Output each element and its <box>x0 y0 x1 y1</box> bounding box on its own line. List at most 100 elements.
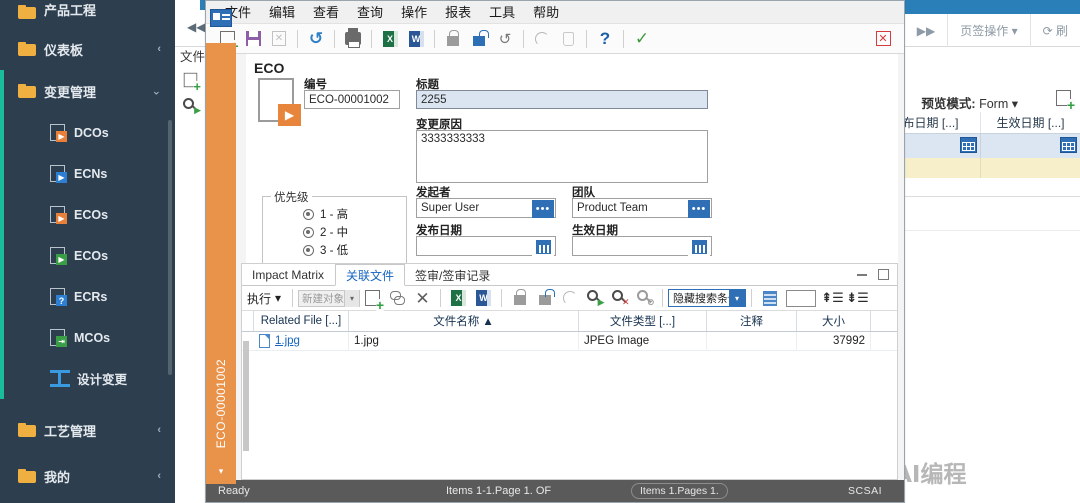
collapse-panel-icon[interactable]: ◀◀ <box>187 20 205 34</box>
column-header-related-file[interactable]: Related File [...] <box>254 311 349 331</box>
export-excel-button[interactable]: X <box>446 286 471 310</box>
search-clear-button[interactable]: ✕ <box>607 286 632 310</box>
column-header-file-type[interactable]: 文件类型 [...] <box>579 311 707 331</box>
team-picker-button[interactable]: ••• <box>688 200 710 218</box>
sidebar-item-design-change[interactable]: 设计变更 <box>0 358 175 399</box>
remove-button[interactable]: ✕ <box>410 286 435 310</box>
hide-search-conditions-dropdown[interactable]: 隐藏搜索条件 ▾ <box>668 289 747 307</box>
export-excel-button[interactable]: X <box>377 26 403 52</box>
report-button[interactable] <box>757 286 782 310</box>
preview-mode-control[interactable]: 预览模式: Form ▾ <box>921 93 1018 112</box>
object-tab-label[interactable]: ECO-00001002 <box>214 359 228 448</box>
priority-option-low[interactable]: 3 - 低 <box>303 241 348 259</box>
add-file-button[interactable] <box>360 286 385 311</box>
release-date-input[interactable] <box>417 237 533 255</box>
add-record-button[interactable] <box>1056 90 1075 111</box>
sidebar-item-change-management[interactable]: 变更管理 ⌄ <box>0 70 175 112</box>
column-header-size[interactable]: 大小 <box>797 311 871 331</box>
background-grid-row[interactable] <box>880 158 1080 178</box>
calendar-icon[interactable] <box>1060 137 1077 153</box>
date-filter-cell[interactable] <box>980 134 1080 158</box>
maximize-icon[interactable] <box>878 269 889 280</box>
search-disable-button[interactable]: ⊘ <box>632 286 657 310</box>
clipboard-button[interactable] <box>555 26 581 52</box>
reason-textarea[interactable]: 3333333333 <box>416 130 708 183</box>
sidebar-item-ecrs[interactable]: ? ECRs <box>0 276 175 317</box>
effective-date-calendar-icon[interactable] <box>688 238 710 256</box>
menu-view[interactable]: 查看 <box>304 1 348 24</box>
undo-button[interactable]: ↺ <box>492 26 518 52</box>
workflow-button[interactable] <box>557 286 582 310</box>
execute-menu[interactable]: 执行 ▾ <box>247 290 287 307</box>
sidebar-item-ecos-orange[interactable]: ▶ ECOs <box>0 194 175 235</box>
sidebar-item-mcos[interactable]: ⇥ MCOs <box>0 317 175 358</box>
unlock-button[interactable] <box>532 286 557 310</box>
fast-forward-icon[interactable]: ▶▶ <box>903 14 947 47</box>
export-word-button[interactable]: W <box>403 26 429 52</box>
tab-actions-menu[interactable]: 页签操作 ▾ <box>947 14 1029 47</box>
lock-button[interactable] <box>440 26 466 52</box>
column-header-comment[interactable]: 注释 <box>707 311 797 331</box>
export-word-button[interactable]: W <box>471 286 496 310</box>
sidebar-scrollbar[interactable] <box>168 120 172 375</box>
calendar-icon[interactable] <box>960 137 977 153</box>
refresh-button[interactable]: ↻ <box>303 26 329 52</box>
sidebar-item-dashboard[interactable]: 仪表板 ‹ <box>0 28 175 70</box>
save-button[interactable] <box>240 26 266 52</box>
print-button[interactable] <box>340 26 366 52</box>
table-row[interactable]: 1.jpg 1.jpg JPEG Image 37992 <box>242 331 897 351</box>
sort-asc-button[interactable]: ⇞☰ <box>820 286 845 310</box>
title-input[interactable] <box>416 90 708 109</box>
sidebar-item-product-engineering[interactable]: 产品工程 <box>0 0 175 20</box>
number-input[interactable] <box>304 90 400 109</box>
tab-impact-matrix[interactable]: Impact Matrix <box>242 264 335 286</box>
new-doc-icon[interactable] <box>183 72 201 92</box>
new-object-combobox[interactable]: 新建对象 ▾ <box>298 289 361 307</box>
chevron-down-icon[interactable]: ▾ <box>206 464 236 478</box>
column-header-file-name[interactable]: 文件名称 ▲ <box>349 311 579 331</box>
menu-tools[interactable]: 工具 <box>480 1 524 24</box>
unlock-button[interactable] <box>466 26 492 52</box>
card-view-icon[interactable] <box>210 9 232 27</box>
help-button[interactable]: ? <box>592 26 618 52</box>
menu-reports[interactable]: 报表 <box>436 1 480 24</box>
sidebar-item-dcos[interactable]: ▶ DCOs <box>0 112 175 153</box>
initiator-picker-button[interactable]: ••• <box>532 200 554 218</box>
tab-related-files[interactable]: 关联文件 <box>335 264 406 286</box>
sidebar-item-ecns[interactable]: ▶ ECNs <box>0 153 175 194</box>
effective-date-input[interactable] <box>573 237 689 255</box>
related-files-panel: Impact Matrix 关联文件 签审/签审记录 执行 ▾ 新建对象 ▾ +… <box>241 263 898 480</box>
tab-signoff-records[interactable]: 签审/签审记录 <box>405 264 501 286</box>
close-window-button[interactable]: ✕ <box>870 26 896 52</box>
initiator-input[interactable] <box>417 199 533 217</box>
page-size-input[interactable] <box>786 289 817 307</box>
priority-option-medium[interactable]: 2 - 中 <box>303 223 348 241</box>
menu-operations[interactable]: 操作 <box>392 1 436 24</box>
column-header[interactable]: 生效日期 [...] <box>980 112 1080 133</box>
sidebar-item-ecos-green[interactable]: ▶ ECOs <box>0 235 175 276</box>
sidebar-sub-label: ECRs <box>74 289 108 304</box>
cell-related-file[interactable]: 1.jpg <box>254 331 349 351</box>
minimize-icon[interactable] <box>857 273 867 276</box>
confirm-button[interactable]: ✓ <box>629 26 655 52</box>
search-run-button[interactable]: ▶ <box>582 286 607 310</box>
sidebar-item-process-management[interactable]: 工艺管理 ‹ <box>0 409 175 451</box>
priority-option-high[interactable]: 1 - 高 <box>303 205 348 223</box>
team-input[interactable] <box>573 199 689 217</box>
search-play-icon[interactable]: ▶ <box>183 98 201 115</box>
lock-button[interactable] <box>507 286 532 310</box>
sort-desc-button[interactable]: ⇟☰ <box>845 286 870 310</box>
workflow-button[interactable] <box>529 26 555 52</box>
sidebar-item-mine[interactable]: 我的 ‹ <box>0 455 175 497</box>
link-button[interactable] <box>385 286 410 310</box>
menu-query[interactable]: 查询 <box>348 1 392 24</box>
preview-mode-label: 预览模式: <box>921 97 976 111</box>
refresh-button[interactable]: ⟳ 刷 <box>1029 14 1080 47</box>
menu-edit[interactable]: 编辑 <box>260 1 304 24</box>
menu-help[interactable]: 帮助 <box>524 1 568 24</box>
panel-scrollbar[interactable] <box>243 341 249 451</box>
related-file-link[interactable]: 1.jpg <box>275 335 300 347</box>
sidebar-item-label: 变更管理 <box>44 84 97 100</box>
release-date-calendar-icon[interactable] <box>532 238 554 256</box>
delete-button[interactable]: ✕ <box>266 26 292 52</box>
